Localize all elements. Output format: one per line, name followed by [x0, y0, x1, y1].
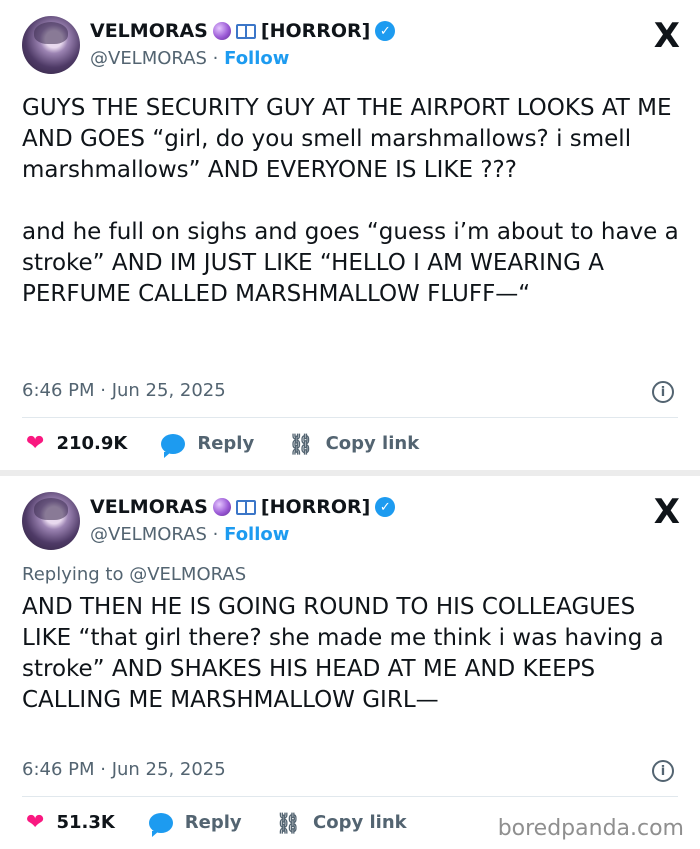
- heart-icon: ❤: [26, 810, 45, 835]
- copy-link-label: Copy link: [313, 812, 407, 833]
- author-name[interactable]: VELMORAS: [90, 496, 208, 518]
- reply-button[interactable]: Reply: [161, 433, 255, 458]
- reply-button[interactable]: Reply: [148, 812, 242, 837]
- author-tag: [HORROR]: [260, 20, 371, 42]
- tweet-text: GUYS THE SECURITY GUY AT THE AIRPORT LOO…: [22, 95, 679, 307]
- x-logo-icon[interactable]: X: [654, 16, 680, 56]
- action-bar: ❤ 210.9K Reply ⛓ Copy link: [26, 431, 453, 458]
- book-icon: [235, 499, 256, 515]
- verified-icon: ✓: [375, 497, 396, 517]
- follow-button[interactable]: Follow: [224, 524, 289, 545]
- author-name-row: VELMORAS [HORROR] ✓: [90, 20, 396, 42]
- handle-row: @VELMORAS · Follow: [90, 524, 290, 545]
- action-bar: ❤ 51.3K Reply ⛓ Copy link: [26, 810, 441, 837]
- copy-link-button[interactable]: ⛓ Copy link: [276, 811, 407, 835]
- avatar[interactable]: [22, 16, 80, 74]
- divider: [22, 417, 678, 418]
- author-handle[interactable]: @VELMORAS: [90, 524, 207, 545]
- link-icon: ⛓: [275, 810, 302, 835]
- verified-icon: ✓: [375, 21, 396, 41]
- info-icon[interactable]: i: [652, 760, 674, 782]
- tweet-card: VELMORAS [HORROR] ✓ @VELMORAS · Follow X…: [0, 0, 700, 470]
- timestamp[interactable]: 6:46 PM · Jun 25, 2025: [22, 759, 226, 780]
- link-icon: ⛓: [288, 431, 314, 456]
- heart-icon: ❤: [26, 431, 45, 456]
- divider: [22, 796, 678, 797]
- follow-button[interactable]: Follow: [224, 48, 289, 69]
- like-count: 51.3K: [56, 812, 115, 833]
- reply-bubble-icon: [148, 812, 173, 837]
- tweet-text: AND THEN HE IS GOING ROUND TO HIS COLLEA…: [22, 594, 672, 713]
- reply-label: Reply: [197, 433, 255, 454]
- tweet-card: VELMORAS [HORROR] ✓ @VELMORAS · Follow X…: [0, 476, 700, 849]
- author-name[interactable]: VELMORAS: [90, 20, 208, 42]
- avatar[interactable]: [22, 492, 80, 550]
- crystal-ball-icon: [212, 498, 231, 516]
- author-tag: [HORROR]: [260, 496, 371, 518]
- book-icon: [235, 23, 256, 39]
- reply-label: Reply: [184, 812, 242, 833]
- like-button[interactable]: ❤ 51.3K: [26, 810, 115, 835]
- x-logo-icon[interactable]: X: [654, 492, 680, 532]
- timestamp[interactable]: 6:46 PM · Jun 25, 2025: [22, 380, 226, 401]
- like-button[interactable]: ❤ 210.9K: [26, 431, 127, 456]
- replying-to[interactable]: Replying to @VELMORAS: [22, 564, 246, 585]
- info-icon[interactable]: i: [652, 381, 674, 403]
- author-name-row: VELMORAS [HORROR] ✓: [90, 496, 396, 518]
- author-handle[interactable]: @VELMORAS: [90, 48, 207, 69]
- watermark: boredpanda.com: [497, 816, 684, 841]
- copy-link-button[interactable]: ⛓ Copy link: [288, 432, 419, 456]
- like-count: 210.9K: [56, 433, 128, 454]
- copy-link-label: Copy link: [325, 433, 420, 454]
- crystal-ball-icon: [212, 22, 231, 40]
- handle-row: @VELMORAS · Follow: [90, 48, 290, 69]
- reply-bubble-icon: [161, 433, 186, 458]
